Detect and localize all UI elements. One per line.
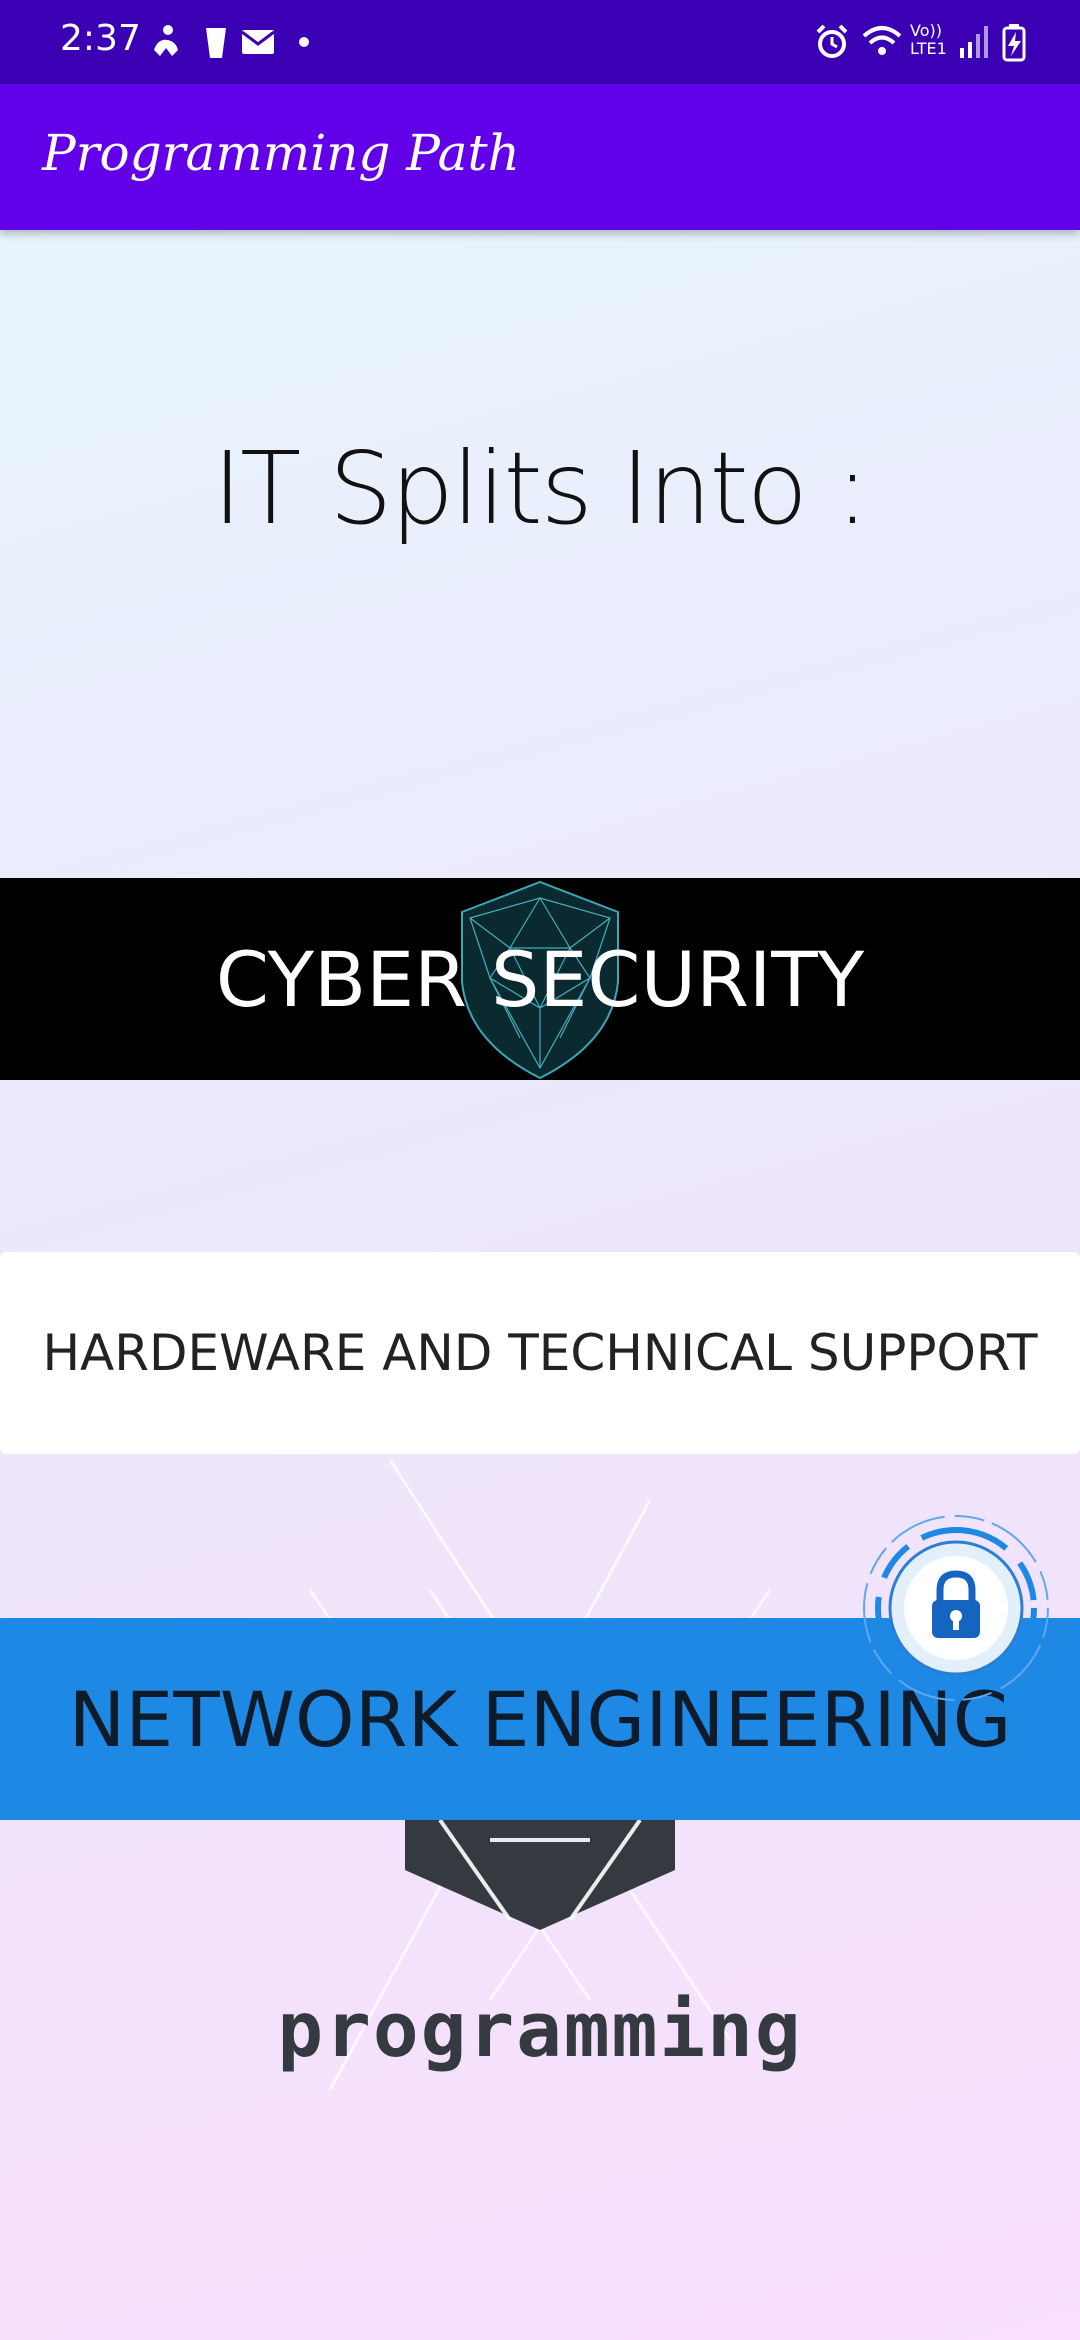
app-title: Programming Path <box>42 124 520 182</box>
clipboard-icon <box>206 28 226 58</box>
dot-icon <box>299 37 309 47</box>
cyber-security-button[interactable]: CYBER SECURITY <box>0 878 1080 1080</box>
hardware-support-label: HARDEWARE AND TECHNICAL SUPPORT <box>42 1324 1038 1382</box>
lock-icon <box>863 1515 1049 1701</box>
network-label: Vo)) LTE1 <box>910 21 947 58</box>
battery-charging-icon <box>1002 24 1026 62</box>
alarm-icon <box>816 24 848 58</box>
status-bar: 2:37 Vo)) LTE1 <box>0 0 1080 84</box>
hardware-support-button[interactable]: HARDEWARE AND TECHNICAL SUPPORT <box>0 1252 1080 1454</box>
mail-icon <box>241 30 275 54</box>
screen: 2:37 Vo)) LTE1 Programming Path IT Split… <box>0 0 1080 2340</box>
status-time: 2:37 <box>60 18 141 59</box>
cyber-security-label: CYBER SECURITY <box>215 934 865 1024</box>
page-heading: IT Splits Into : <box>212 430 870 547</box>
signal-icon <box>960 26 988 58</box>
wifi-icon <box>862 26 902 55</box>
programming-logo-text: programming <box>277 1985 803 2074</box>
accessibility-icon <box>154 25 178 56</box>
app-bar: Programming Path <box>0 84 1080 230</box>
